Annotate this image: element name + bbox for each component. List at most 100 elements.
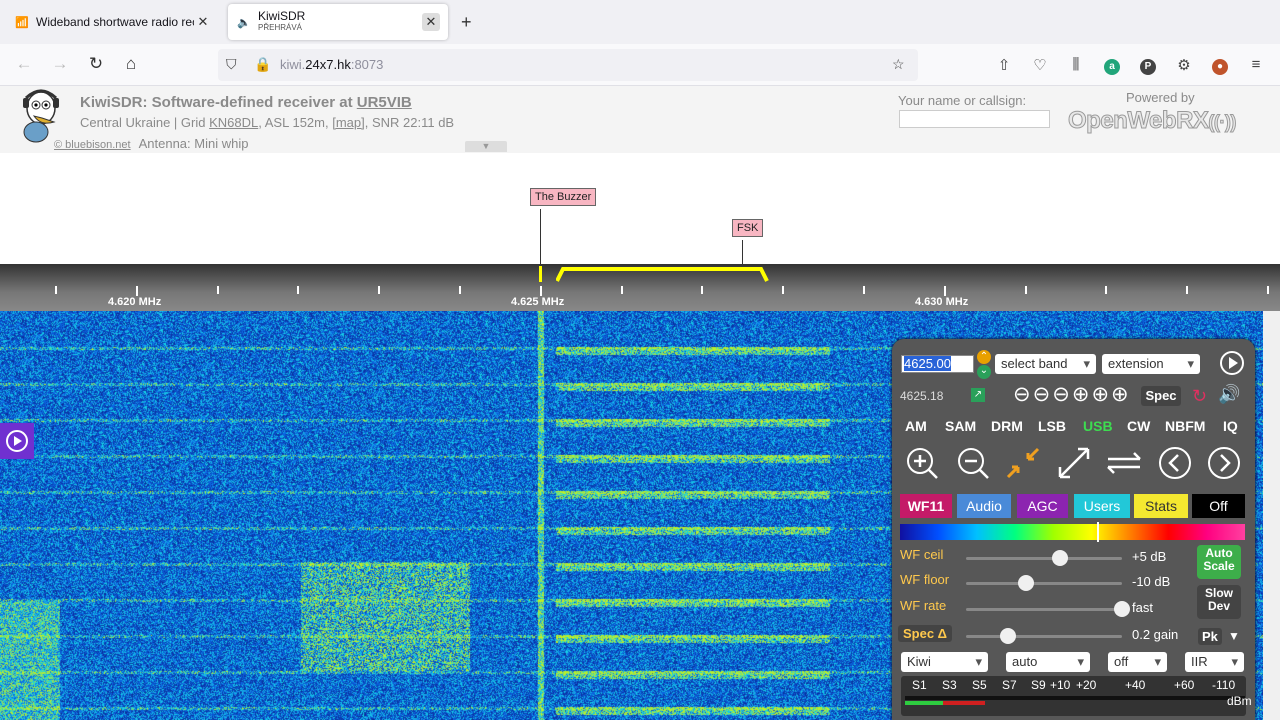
menu-icon[interactable]: ≡ [1246,56,1266,73]
colormap-marker[interactable] [1097,522,1099,542]
credit-link[interactable]: © bluebison.net [54,139,131,151]
zoom-max-out-icon[interactable] [1054,445,1094,481]
tab-wf[interactable]: WF11 [900,494,952,518]
tab-stats[interactable]: Stats [1134,494,1188,518]
close-tab-icon[interactable]: ✕ [422,13,440,31]
pocket-icon[interactable]: ♡ [1030,56,1050,74]
close-tab-icon[interactable]: ✕ [194,13,212,31]
marker-fsk[interactable]: FSK [732,219,764,237]
select-band-dropdown[interactable]: select band [995,354,1096,374]
browser-tab-wideband[interactable]: 📶 Wideband shortwave radio rece ✕ [8,4,218,40]
callsign-input[interactable] [899,110,1050,128]
tuned-frequency-marker[interactable] [539,266,542,282]
link-icon[interactable]: ↗ [971,388,985,402]
tab-users[interactable]: Users [1074,494,1130,518]
callsign-link[interactable]: UR5VIB [357,94,412,111]
tab-agc[interactable]: AGC [1017,494,1068,518]
volume-icon[interactable]: 🔊 [1218,384,1240,405]
s-meter-label: +20 [1076,678,1097,692]
scale-tick [539,286,542,296]
scrollbar[interactable] [1263,311,1280,720]
mode-button-drm[interactable]: DRM [988,416,1026,436]
mode-button-am[interactable]: AM [902,416,930,436]
zoom-to-band-icon[interactable] [1004,445,1044,481]
back-button[interactable]: ← [13,54,35,74]
s-meter-label: -110 [1212,678,1236,692]
freq-down-icon[interactable]: ⌄ [977,365,991,379]
step-up-2-icon[interactable]: ⊕ [1091,384,1109,407]
marker-the-buzzer[interactable]: The Buzzer [530,188,597,206]
pk-button[interactable]: Pk [1198,628,1222,645]
callsign-label: Your name or callsign: [898,93,1027,108]
frequency-input[interactable]: 4625.00 [901,355,974,373]
grid-link[interactable]: KN68DL [209,115,258,130]
extension-fox-icon[interactable]: ● [1210,56,1230,75]
step-down-2-icon[interactable]: ⊖ [1033,384,1051,407]
new-tab-button[interactable]: + [461,12,472,33]
step-up-1-icon[interactable]: ⊕ [1072,384,1090,407]
reload-button[interactable]: ↻ [85,54,107,74]
slider-value: fast [1132,600,1153,615]
address-bar[interactable]: ⛉ 🔒 kiwi.24x7.hk:8073 ☆ [218,49,918,81]
scale-tick [943,286,946,296]
library-icon[interactable]: ⫼ [1066,56,1086,73]
page-title: KiwiSDR: Software-defined receiver at UR… [80,94,412,111]
map-link[interactable]: [map] [332,115,365,130]
forward-button[interactable]: → [49,54,71,74]
step-up-3-icon[interactable]: ⊕ [1111,384,1129,407]
refresh-icon[interactable]: ↻ [1192,386,1207,407]
passband-indicator[interactable] [556,266,769,282]
s-meter-label: +10 [1050,678,1071,692]
marker-line [540,209,541,266]
spec-button[interactable]: Spec [1141,386,1181,406]
iir-select[interactable]: IIR [1185,652,1244,672]
mode-button-sam[interactable]: SAM [942,416,979,436]
slow-dev-button[interactable]: Slow Dev [1197,585,1241,619]
play-icon[interactable] [1219,350,1245,376]
slider-track[interactable] [966,582,1122,585]
save-icon[interactable]: ⇧ [994,56,1014,74]
off-select[interactable]: off [1108,652,1167,672]
slider-label[interactable]: Spec Δ [898,625,953,642]
scale-tick [620,286,623,294]
tab-audio[interactable]: Audio [957,494,1011,518]
shield-icon[interactable]: ⛉ [226,56,237,73]
slider-track[interactable] [966,557,1122,560]
extension-dropdown[interactable]: extension [1102,354,1200,374]
mode-button-nbfm[interactable]: NBFM [1162,416,1208,436]
mode-button-usb[interactable]: USB [1080,416,1116,436]
swap-icon[interactable] [1104,445,1144,481]
scale-tick [378,286,381,294]
kiwi-select[interactable]: Kiwi [901,652,988,672]
extension-p-icon[interactable]: P [1138,56,1158,75]
extension-gear-icon[interactable]: ⚙ [1174,56,1194,74]
mode-button-cw[interactable]: CW [1124,416,1153,436]
slider-knob[interactable] [1000,628,1017,644]
pk-dropdown-icon[interactable]: ▼ [1228,629,1240,643]
mode-button-lsb[interactable]: LSB [1035,416,1069,436]
browser-tab-kiwisdr[interactable]: 🔈 KiwiSDR PŘEHRÁVÁ ✕ [228,4,448,40]
auto-scale-button[interactable]: Auto Scale [1197,545,1241,579]
side-play-button[interactable] [0,423,34,459]
lock-icon[interactable]: 🔒 [254,56,271,73]
slider-knob[interactable] [1017,575,1034,591]
colormap-bar[interactable] [900,524,1245,540]
slider-knob[interactable] [1051,550,1068,566]
tab-off[interactable]: Off [1192,494,1245,518]
step-down-3-icon[interactable]: ⊖ [1013,384,1031,407]
slider-track[interactable] [966,635,1122,638]
step-left-icon[interactable] [1155,445,1195,481]
auto-select[interactable]: auto [1006,652,1090,672]
home-button[interactable]: ⌂ [120,54,142,74]
zoom-in-icon[interactable] [902,445,942,481]
freq-up-icon[interactable]: ⌃ [977,350,991,364]
zoom-out-icon[interactable] [953,445,993,481]
slider-knob[interactable] [1114,601,1130,617]
slider-track[interactable] [966,608,1122,611]
step-down-1-icon[interactable]: ⊖ [1052,384,1070,407]
step-right-icon[interactable] [1204,445,1244,481]
collapse-header-button[interactable]: ▼ [465,141,507,152]
bookmark-star-icon[interactable]: ☆ [892,56,905,73]
mode-button-iq[interactable]: IQ [1220,416,1241,436]
extension-a-icon[interactable]: a [1102,56,1122,75]
